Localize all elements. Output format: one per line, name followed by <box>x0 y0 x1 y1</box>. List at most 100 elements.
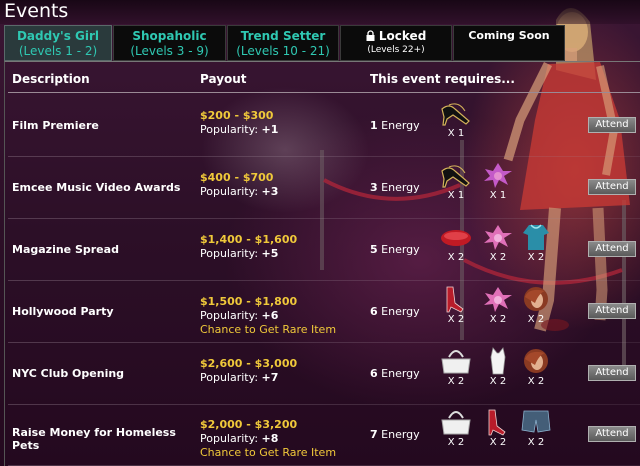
item-quantity: X 2 <box>489 252 507 263</box>
event-payout: $1,500 - $1,800 Popularity: +6 Chance to G… <box>200 295 336 337</box>
event-payout: $1,400 - $1,600 Popularity: +5 <box>200 233 297 261</box>
payout-popularity: Popularity: +5 <box>200 247 279 260</box>
black-heels-icon <box>439 99 473 127</box>
tab-shopaholic[interactable]: Shopaholic (Levels 3 - 9) <box>113 25 226 61</box>
attend-button[interactable]: Attend <box>588 365 636 381</box>
tab-label: Shopaholic <box>132 29 207 43</box>
attend-button[interactable]: Attend <box>588 426 636 442</box>
required-item: X 2 <box>438 285 474 325</box>
item-quantity: X 1 <box>447 190 465 201</box>
required-item: X 2 <box>518 223 554 263</box>
white-bag-icon <box>439 347 473 375</box>
tab-label: Trend Setter <box>240 29 326 43</box>
purple-hair-icon <box>481 161 515 189</box>
event-name: Raise Money for Homeless Pets <box>12 426 176 452</box>
tab-levels: (Levels 10 - 21) <box>236 44 330 58</box>
attend-button[interactable]: Attend <box>588 179 636 195</box>
item-quantity: X 2 <box>489 314 507 325</box>
event-name: Emcee Music Video Awards <box>12 181 181 194</box>
payout-money: $1,500 - $1,800 <box>200 295 298 308</box>
payout-popularity: Popularity: +8 <box>200 432 279 445</box>
attend-button[interactable]: Attend <box>588 117 636 133</box>
attend-button[interactable]: Attend <box>588 303 636 319</box>
payout-money: $2,600 - $3,000 <box>200 357 298 370</box>
header-divider <box>8 92 640 93</box>
required-item: X 2 <box>438 408 474 448</box>
required-item: X 2 <box>480 223 516 263</box>
event-row: NYC Club Opening $2,600 - $3,000 Popularit… <box>8 343 640 405</box>
event-payout: $400 - $700 Popularity: +3 <box>200 171 278 199</box>
tab-levels: (Levels 3 - 9) <box>130 44 209 58</box>
item-quantity: X 1 <box>489 190 507 201</box>
event-payout: $2,600 - $3,000 Popularity: +7 <box>200 357 297 385</box>
white-top-icon <box>481 347 515 375</box>
tab-trend-setter[interactable]: Trend Setter (Levels 10 - 21) <box>227 25 339 61</box>
payout-money: $1,400 - $1,600 <box>200 233 298 246</box>
tab-label: Coming Soon <box>468 29 550 42</box>
payout-money: $2,000 - $3,200 <box>200 418 298 431</box>
red-heels-icon <box>439 285 473 313</box>
auburn-hair-icon <box>519 285 553 313</box>
pink-hair-icon <box>481 223 515 251</box>
tab-label-wrap: Locked <box>341 29 451 43</box>
tab-label: Daddy's Girl <box>16 29 100 43</box>
event-name: NYC Club Opening <box>12 367 125 380</box>
lock-icon <box>366 30 375 41</box>
required-item: X 2 <box>518 408 554 448</box>
white-bag-icon <box>439 408 473 436</box>
event-payout: $2,000 - $3,200 Popularity: +8 Chance to G… <box>200 418 336 460</box>
tab-levels: (Levels 1 - 2) <box>18 44 98 58</box>
tab-daddys-girl[interactable]: Daddy's Girl (Levels 1 - 2) <box>4 25 112 61</box>
tab-locked[interactable]: Locked (Levels 22+) <box>340 25 452 61</box>
required-item: X 1 <box>480 161 516 201</box>
item-quantity: X 2 <box>527 437 545 448</box>
required-item: X 2 <box>480 408 516 448</box>
item-quantity: X 2 <box>527 376 545 387</box>
required-item: X 1 <box>438 161 474 201</box>
red-heels-icon <box>481 408 515 436</box>
tab-levels: (Levels 22+) <box>367 45 425 55</box>
header-payout: Payout <box>200 72 247 86</box>
tab-bar: Daddy's Girl (Levels 1 - 2) Shopaholic (… <box>0 25 640 61</box>
energy-cost: 5 Energy <box>370 243 420 256</box>
black-heels-icon <box>439 161 473 189</box>
payout-popularity: Popularity: +6 <box>200 309 279 322</box>
item-quantity: X 1 <box>447 128 465 139</box>
header-requires: This event requires... <box>370 72 515 86</box>
energy-cost: 6 Energy <box>370 367 420 380</box>
payout-money: $400 - $700 <box>200 171 274 184</box>
item-quantity: X 2 <box>447 437 465 448</box>
denim-shorts-icon <box>519 408 553 436</box>
tab-coming-soon[interactable]: Coming Soon <box>453 25 565 61</box>
energy-cost: 1 Energy <box>370 119 420 132</box>
rare-item-chance: Chance to Get Rare Item <box>200 323 337 336</box>
event-row: Raise Money for Homeless Pets $2,000 - $3… <box>8 404 640 466</box>
energy-cost: 7 Energy <box>370 428 420 441</box>
payout-popularity: Popularity: +7 <box>200 371 279 384</box>
required-item: X 2 <box>518 285 554 325</box>
payout-popularity: Popularity: +1 <box>200 123 279 136</box>
item-quantity: X 2 <box>447 314 465 325</box>
energy-cost: 6 Energy <box>370 305 420 318</box>
required-item: X 2 <box>480 347 516 387</box>
attend-button[interactable]: Attend <box>588 241 636 257</box>
auburn-hair-icon <box>519 347 553 375</box>
item-quantity: X 2 <box>527 314 545 325</box>
tab-label: Locked <box>378 29 427 43</box>
required-item: X 2 <box>480 285 516 325</box>
required-item: X 2 <box>518 347 554 387</box>
event-row: Film Premiere $200 - $300 Popularity: +1 1 … <box>8 95 640 157</box>
event-name: Magazine Spread <box>12 243 119 256</box>
event-row: Emcee Music Video Awards $400 - $700 Popul… <box>8 157 640 219</box>
required-item: X 2 <box>438 347 474 387</box>
rare-item-chance: Chance to Get Rare Item <box>200 446 337 459</box>
red-clutch-icon <box>439 223 473 251</box>
energy-cost: 3 Energy <box>370 181 420 194</box>
event-payout: $200 - $300 Popularity: +1 <box>200 109 278 137</box>
event-row: Hollywood Party $1,500 - $1,800 Popularity… <box>8 281 640 343</box>
payout-money: $200 - $300 <box>200 109 274 122</box>
item-quantity: X 2 <box>489 376 507 387</box>
page-title: Events <box>4 0 69 22</box>
item-quantity: X 2 <box>447 376 465 387</box>
required-item: X 1 <box>438 99 474 139</box>
